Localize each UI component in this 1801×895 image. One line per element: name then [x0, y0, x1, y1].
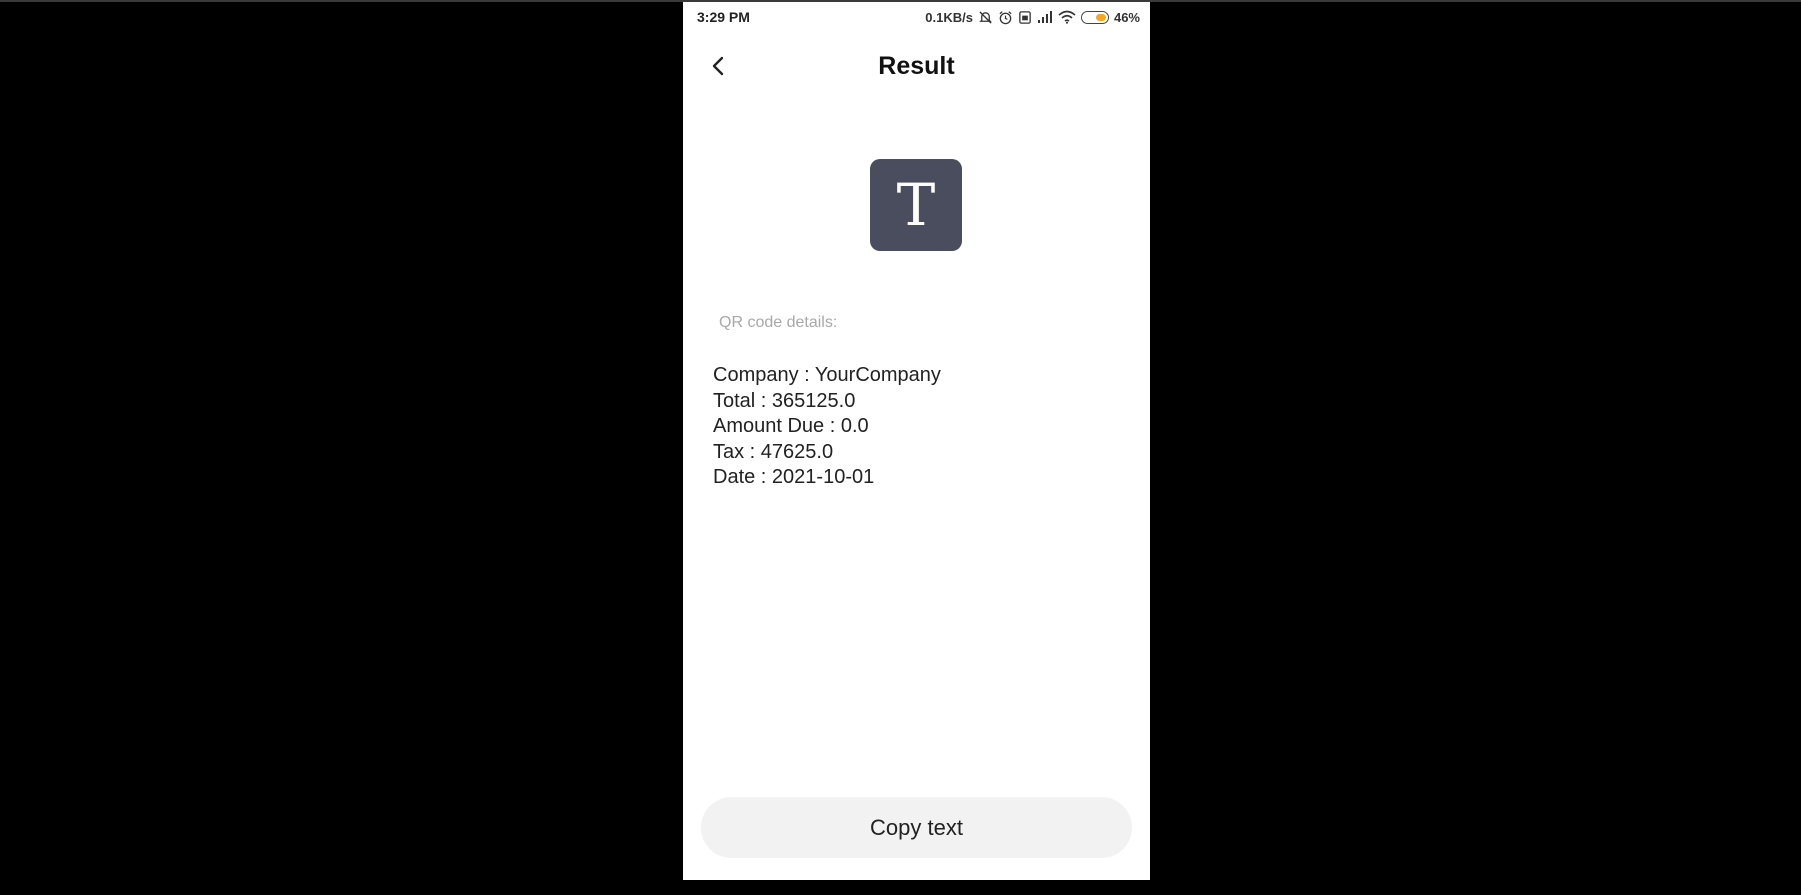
- battery-level-fill: [1095, 13, 1106, 21]
- qr-details-text: Company : YourCompany Total : 365125.0 A…: [713, 363, 941, 491]
- phone-screen: 3:29 PM 0.1KB/s 46% Result T QR code det…: [683, 2, 1150, 880]
- network-speed: 0.1KB/s: [925, 9, 973, 25]
- details-label: QR code details:: [719, 314, 838, 331]
- page-title: Result: [878, 52, 955, 80]
- mute-icon: [978, 10, 993, 25]
- wifi-icon: [1058, 10, 1076, 24]
- alarm-icon: [998, 10, 1013, 25]
- battery-icon: [1080, 10, 1109, 24]
- app-header: Result: [683, 42, 1150, 90]
- detail-line-company: Company : YourCompany: [713, 364, 941, 386]
- status-bar: 3:29 PM 0.1KB/s 46%: [683, 2, 1150, 32]
- status-time: 3:29 PM: [697, 9, 750, 25]
- status-indicators: 0.1KB/s 46%: [925, 7, 1140, 27]
- detail-line-tax: Tax : 47625.0: [713, 440, 834, 463]
- text-type-icon: T: [870, 159, 962, 251]
- detail-line-date: Date : 2021-10-01: [713, 466, 875, 488]
- battery-percent: 46%: [1113, 9, 1140, 25]
- sim-icon: [1018, 10, 1032, 25]
- copy-text-button[interactable]: Copy text: [701, 797, 1132, 858]
- detail-line-amount-due: Amount Due : 0.0: [713, 415, 869, 437]
- detail-line-total: Total : 365125.0: [713, 389, 856, 412]
- signal-icon: [1037, 10, 1053, 24]
